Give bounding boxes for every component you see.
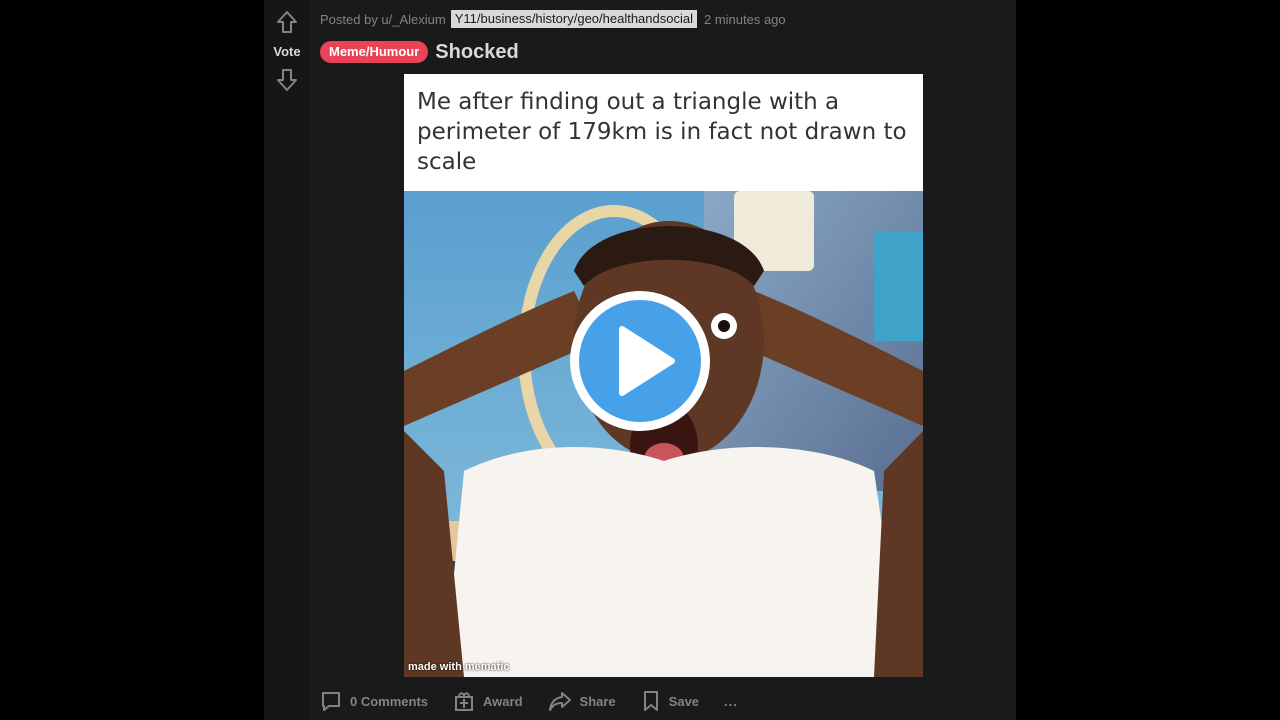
bookmark-icon [643, 691, 658, 711]
award-button[interactable]: Award [453, 690, 523, 712]
award-icon [455, 692, 474, 711]
vote-label: Vote [273, 44, 301, 59]
play-icon [570, 291, 710, 431]
upvote-button[interactable] [275, 9, 299, 35]
post-title[interactable]: Shocked [435, 41, 518, 64]
share-icon [548, 692, 571, 711]
save-label: Save [668, 693, 700, 709]
comments-button[interactable]: 0 Comments [320, 690, 428, 712]
post-actions-bar: 0 Comments Award Share Save ... [320, 686, 738, 716]
vote-column: Vote [264, 0, 310, 720]
meme-caption: Me after finding out a triangle with a p… [417, 89, 907, 175]
post-time: 2 minutes ago [703, 11, 786, 27]
flair-badge[interactable]: Meme/Humour [320, 41, 429, 63]
meme-caption-box: Me after finding out a triangle with a p… [404, 74, 923, 191]
award-label: Award [483, 693, 523, 709]
mematic-watermark: made with mematic [408, 661, 510, 673]
more-options-button[interactable]: ... [724, 694, 738, 709]
video-frame: Vote Posted by u/_Alexium Y11/business/h… [0, 0, 1280, 720]
arrow-down-icon [277, 69, 297, 91]
downvote-button[interactable] [275, 67, 299, 93]
subreddit-path[interactable]: Y11/business/history/geo/healthandsocial [450, 10, 697, 28]
title-row: Meme/Humour Shocked [320, 40, 519, 64]
comment-icon [322, 692, 340, 711]
posted-by-link[interactable]: Posted by u/_Alexium [320, 12, 446, 27]
post-meta: Posted by u/_Alexium Y11/business/histor… [320, 9, 786, 29]
arrow-up-icon [277, 11, 297, 33]
more-options-icon: ... [724, 693, 738, 709]
comments-label: 0 Comments [350, 693, 429, 709]
play-button[interactable] [566, 287, 714, 435]
save-button[interactable]: Save [641, 690, 699, 712]
share-label: Share [579, 693, 616, 709]
share-button[interactable]: Share [548, 690, 616, 712]
